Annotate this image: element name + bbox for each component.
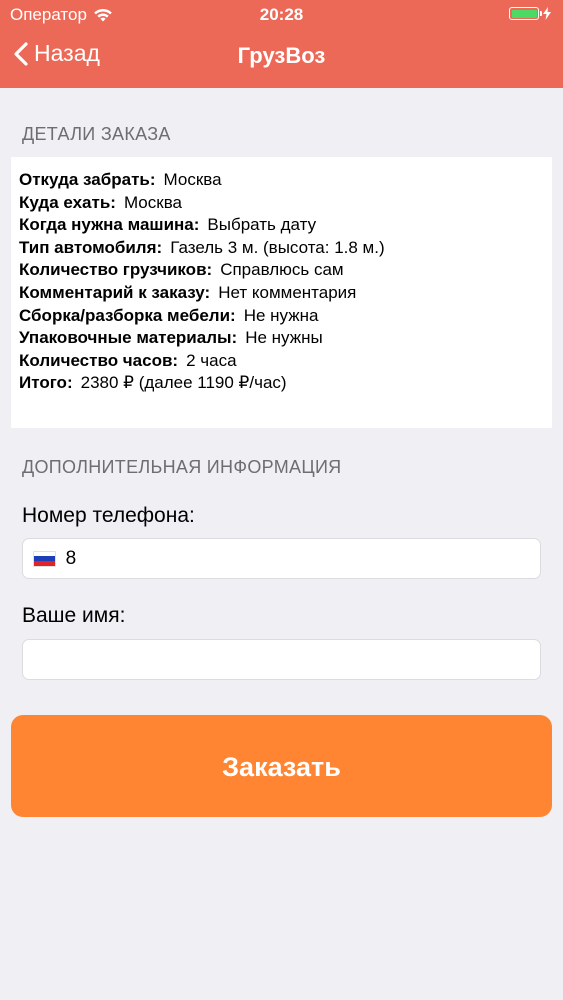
details-section-title: ДЕТАЛИ ЗАКАЗА bbox=[22, 124, 171, 144]
detail-label: Сборка/разборка мебели: bbox=[19, 305, 236, 325]
detail-row: Итого: 2380 ₽ (далее 1190 ₽/час) bbox=[19, 372, 544, 395]
detail-row: Количество грузчиков: Справлюсь сам bbox=[19, 259, 544, 282]
app-header: Оператор 20:28 Назад ГрузВоз bbox=[0, 0, 563, 88]
detail-row: Комментарий к заказу: Нет комментария bbox=[19, 282, 544, 305]
detail-label: Куда ехать: bbox=[19, 192, 116, 212]
detail-row: Упаковочные материалы: Не нужны bbox=[19, 327, 544, 350]
phone-field[interactable] bbox=[22, 538, 541, 579]
detail-value: Москва bbox=[163, 170, 222, 189]
name-field[interactable] bbox=[22, 639, 541, 680]
detail-label: Комментарий к заказу: bbox=[19, 282, 211, 302]
detail-value: Справлюсь сам bbox=[220, 260, 344, 280]
russia-flag-icon[interactable] bbox=[33, 550, 56, 567]
battery-level bbox=[511, 9, 537, 18]
detail-row: Откуда забрать: Москва bbox=[19, 169, 544, 192]
detail-value: Нет комментария bbox=[218, 282, 357, 302]
detail-row: Тип автомобиля: Газель 3 м. (высота: 1.8 … bbox=[19, 237, 544, 260]
detail-value: Москва bbox=[123, 192, 182, 212]
detail-label: Когда нужна машина: bbox=[19, 215, 200, 235]
name-input[interactable] bbox=[33, 648, 530, 671]
battery-icon bbox=[509, 7, 542, 20]
detail-value: Выбрать дату bbox=[207, 215, 317, 235]
detail-value: 2 часа bbox=[186, 350, 237, 370]
detail-row: Сборка/разборка мебели: Не нужна bbox=[19, 305, 544, 328]
order-details-card: Откуда забрать: Москва Куда ехать: Москва Ко… bbox=[11, 157, 552, 428]
detail-label: Тип автомобиля: bbox=[19, 237, 163, 257]
nav-bar: Назад ГрузВоз bbox=[0, 30, 563, 88]
detail-label: Количество часов: bbox=[19, 350, 179, 370]
detail-label: Откуда забрать: bbox=[19, 170, 156, 189]
detail-value: 2380 ₽ (далее 1190 ₽/час) bbox=[80, 373, 287, 393]
charging-icon bbox=[543, 7, 551, 20]
detail-label: Итого: bbox=[19, 373, 73, 393]
detail-label: Упаковочные материалы: bbox=[19, 328, 238, 348]
page-title: ГрузВоз bbox=[237, 43, 326, 68]
detail-value: Не нужна bbox=[243, 305, 319, 325]
order-button[interactable]: Заказать bbox=[11, 715, 552, 817]
detail-label: Количество грузчиков: bbox=[19, 260, 213, 280]
detail-row: Куда ехать: Москва bbox=[19, 192, 544, 215]
battery-tip bbox=[540, 11, 542, 16]
phone-input[interactable] bbox=[65, 547, 530, 570]
detail-row: Когда нужна машина: Выбрать дату bbox=[19, 214, 544, 237]
battery-indicator bbox=[509, 7, 551, 20]
name-label: Ваше имя: bbox=[22, 604, 126, 627]
detail-value: Не нужны bbox=[245, 328, 323, 348]
detail-row: Количество часов: 2 часа bbox=[19, 350, 544, 373]
detail-value: Газель 3 м. (высота: 1.8 м.) bbox=[170, 237, 385, 257]
status-time: 20:28 bbox=[259, 5, 304, 24]
status-bar: Оператор 20:28 bbox=[0, 0, 563, 30]
phone-label: Номер телефона: bbox=[22, 504, 195, 527]
additional-section-title: ДОПОЛНИТЕЛЬНАЯ ИНФОРМАЦИЯ bbox=[22, 457, 342, 477]
